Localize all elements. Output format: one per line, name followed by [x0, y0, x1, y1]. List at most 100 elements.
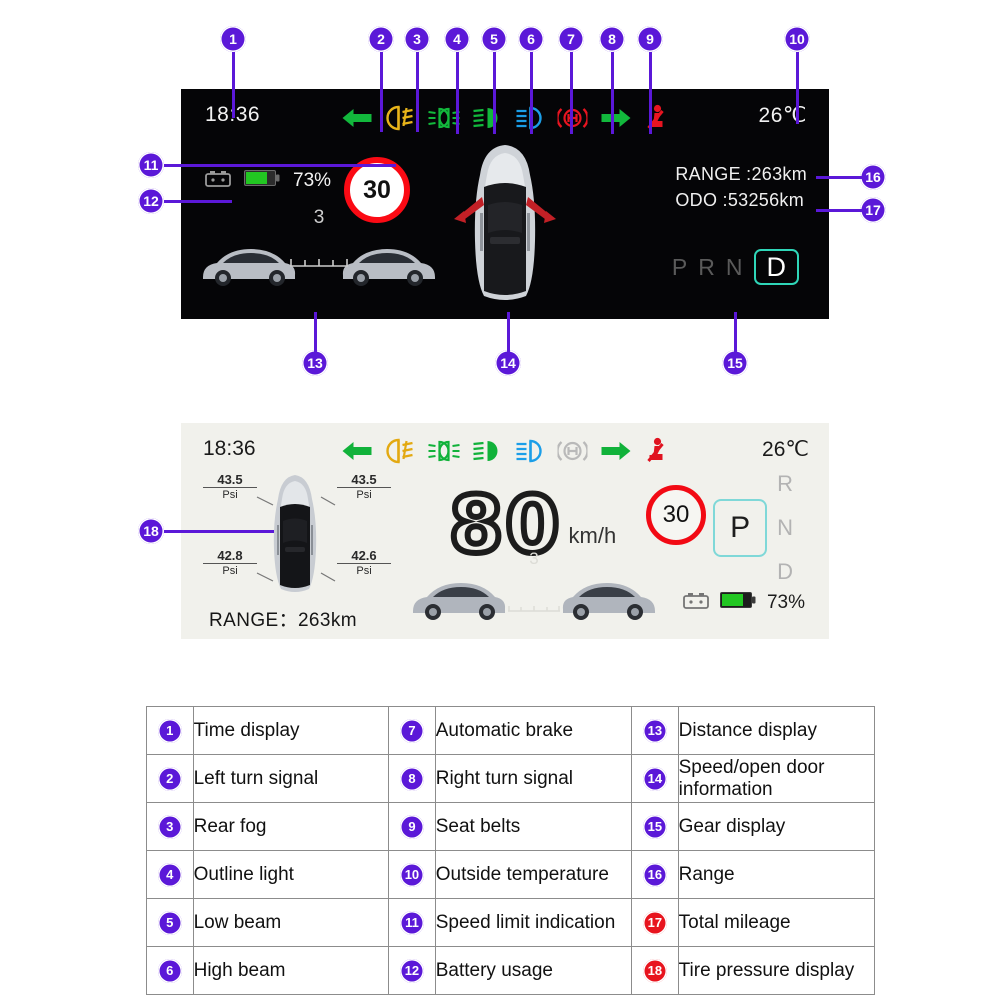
legend-number-cell: 9	[388, 802, 436, 851]
leader-line	[816, 209, 862, 212]
legend-badge: 7	[399, 718, 424, 743]
car-battery-icon	[683, 592, 709, 614]
gear-option-p-active[interactable]: P	[713, 499, 768, 557]
callout-badge: 5	[481, 26, 507, 52]
callout-7: 7	[558, 26, 584, 134]
gear-option-d[interactable]: D	[777, 559, 793, 585]
light-instrument-cluster: 18:36 26℃ 43.5 Psi 43.5 Psi 42.8 Psi 42.…	[181, 423, 829, 639]
gear-display: P R N D	[672, 249, 799, 286]
leader-line	[164, 530, 274, 533]
gear-option-r[interactable]: R	[698, 254, 715, 281]
callout-5: 5	[481, 26, 507, 134]
leader-line	[734, 312, 737, 352]
table-row: 4 Outline light 10 Outside temperature 1…	[146, 850, 876, 899]
callout-badge: 15	[722, 350, 748, 376]
legend-label-17: Total mileage	[677, 898, 876, 947]
gear-option-r[interactable]: R	[777, 471, 793, 497]
legend-number-cell: 18	[631, 946, 679, 995]
legend-label-1: Time display	[192, 706, 390, 755]
legend-number-cell: 1	[146, 706, 194, 755]
right-turn-signal-icon	[599, 435, 633, 467]
legend-label-2: Left turn signal	[192, 754, 390, 803]
legend-number-cell: 3	[146, 802, 194, 851]
legend-badge: 9	[399, 814, 424, 839]
leader-line	[611, 52, 614, 134]
gear-option-d-active[interactable]: D	[753, 249, 799, 286]
callout-badge: 2	[368, 26, 394, 52]
gear-option-list: R N D	[777, 471, 793, 585]
callout-9: 9	[637, 26, 663, 134]
callout-18: 18	[138, 518, 274, 544]
leader-line	[232, 52, 235, 118]
legend-label-9: Seat belts	[434, 802, 633, 851]
table-row: 3 Rear fog 9 Seat belts 15 Gear display	[146, 802, 876, 851]
seat-belt-icon	[644, 435, 670, 467]
legend-number-cell: 10	[388, 850, 436, 899]
open-door-information-icon	[450, 141, 560, 311]
leader-line	[796, 52, 799, 124]
legend-badge: 3	[157, 814, 182, 839]
legend-badge: 6	[157, 958, 182, 983]
range-display: RANGE :263km	[675, 164, 807, 184]
callout-badge: 7	[558, 26, 584, 52]
legend-number-cell: 6	[146, 946, 194, 995]
legend-number-cell: 11	[388, 898, 436, 947]
callout-badge: 14	[495, 350, 521, 376]
leader-line	[816, 176, 862, 179]
callout-13: 13	[302, 312, 328, 376]
callout-10: 10	[784, 26, 810, 124]
telltale-icon-row	[341, 101, 670, 135]
callout-14: 14	[495, 312, 521, 376]
legend-number-cell: 17	[631, 898, 679, 947]
callout-badge: 18	[138, 518, 164, 544]
callout-badge: 17	[860, 197, 886, 223]
table-row: 6 High beam 12 Battery usage 18 Tire pre…	[146, 946, 876, 995]
distance-display: 3	[409, 549, 659, 631]
lead-car-side-icon	[199, 241, 299, 292]
leader-line	[649, 52, 652, 134]
telltale-icon-row	[341, 434, 670, 468]
table-row: 2 Left turn signal 8 Right turn signal 1…	[146, 754, 876, 803]
leader-line	[164, 164, 396, 167]
legend-badge: 1	[157, 718, 182, 743]
battery-level-icon	[244, 169, 280, 192]
outside-temperature: 26℃	[758, 104, 807, 127]
leader-line	[456, 52, 459, 134]
callout-badge: 10	[784, 26, 810, 52]
distance-dash-line	[508, 599, 560, 617]
seat-belt-icon	[644, 102, 670, 134]
gear-option-n[interactable]: N	[777, 515, 793, 541]
gear-option-n[interactable]: N	[726, 254, 743, 281]
legend-badge: 16	[642, 862, 667, 887]
infographic-stage: 1 2 3 4 5 6 7 8 9 10 11 12 13 14 15 16 1…	[0, 0, 1001, 1001]
leader-line	[314, 312, 317, 352]
automatic-brake-icon	[557, 435, 588, 467]
callout-badge: 6	[518, 26, 544, 52]
automatic-brake-icon	[557, 102, 588, 134]
time-display: 18:36	[203, 437, 256, 460]
leader-line	[380, 52, 383, 132]
legend-label-18: Tire pressure display	[677, 946, 876, 995]
legend-label-7: Automatic brake	[434, 706, 633, 755]
callout-badge: 13	[302, 350, 328, 376]
leader-line	[493, 52, 496, 134]
range-value: 263km	[297, 610, 357, 631]
callout-16: 16	[816, 164, 886, 190]
rear-fog-icon	[386, 435, 416, 467]
ego-car-side-icon	[339, 241, 439, 292]
legend-label-6: High beam	[192, 946, 390, 995]
callout-badge: 1	[220, 26, 246, 52]
legend-badge: 12	[399, 958, 424, 983]
distance-display: 3	[199, 207, 439, 299]
leader-line	[416, 52, 419, 132]
callout-15: 15	[722, 312, 748, 376]
battery-percent: 73%	[766, 591, 805, 613]
callout-3: 3	[404, 26, 430, 132]
leader-line	[570, 52, 573, 134]
gear-option-p[interactable]: P	[672, 254, 687, 281]
legend-label-3: Rear fog	[192, 802, 390, 851]
callout-1: 1	[220, 26, 246, 118]
legend-label-4: Outline light	[192, 850, 390, 899]
lead-car-side-icon	[409, 575, 509, 626]
callout-badge: 12	[138, 188, 164, 214]
